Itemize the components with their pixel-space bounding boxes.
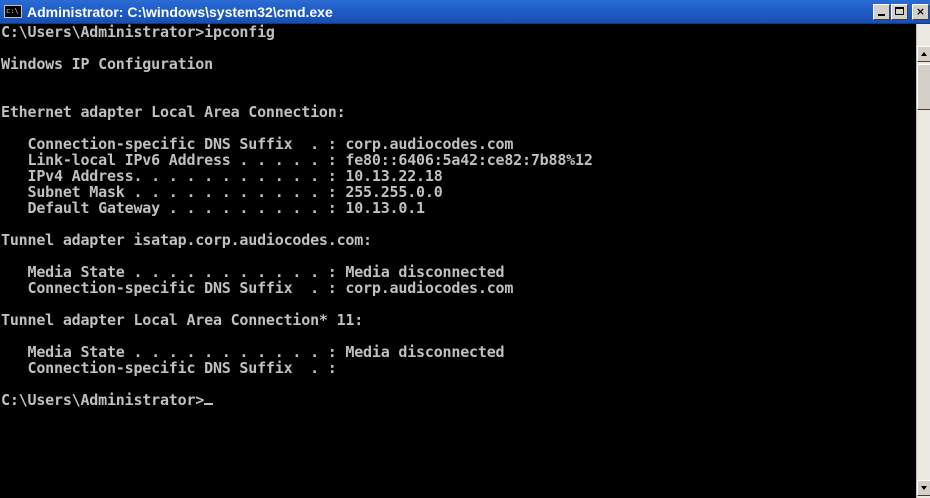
window-title: Administrator: C:\windows\system32\cmd.e… [27,4,333,20]
maximize-button[interactable] [891,4,908,20]
arrow-up-icon [921,52,927,56]
console-line: Link-local IPv6 Address . . . . . : fe80… [1,151,593,169]
arrow-down-icon [921,486,927,490]
console-line: IPv4 Address. . . . . . . . . . . : 10.1… [1,167,443,185]
console-line: Connection-specific DNS Suffix . : [1,359,337,377]
console-line: Subnet Mask . . . . . . . . . . . : 255.… [1,183,443,201]
vertical-scrollbar[interactable] [916,24,930,498]
console-line: Ethernet adapter Local Area Connection: [1,103,346,121]
console-line: Connection-specific DNS Suffix . : corp.… [1,279,514,297]
cmd-window: c:\ Administrator: C:\windows\system32\c… [0,0,930,498]
scrollbar-thumb[interactable] [917,64,930,110]
console-prompt: C:\Users\Administrator> [1,391,205,409]
minimize-icon [878,14,885,16]
console-line: Media State . . . . . . . . . . . : Medi… [1,343,505,361]
close-icon: × [915,5,926,18]
console-line: Windows IP Configuration [1,55,213,73]
console-prompt-line[interactable]: C:\Users\Administrator> [1,391,214,409]
console-line: Media State . . . . . . . . . . . : Medi… [1,263,505,281]
console-line: Tunnel adapter Local Area Connection* 11… [1,311,364,329]
console-line: C:\Users\Administrator>ipconfig [1,24,275,41]
close-button[interactable]: × [912,4,929,20]
title-bar[interactable]: c:\ Administrator: C:\windows\system32\c… [0,0,930,24]
console-output[interactable]: C:\Users\Administrator>ipconfig Windows … [0,24,916,498]
scroll-up-button[interactable] [917,46,930,62]
minimize-button[interactable] [873,4,890,20]
scroll-down-button[interactable] [917,480,930,496]
maximize-icon [895,7,904,15]
console-line: Tunnel adapter isatap.corp.audiocodes.co… [1,231,372,249]
console-line: Connection-specific DNS Suffix . : corp.… [1,135,514,153]
console-line: Default Gateway . . . . . . . . . : 10.1… [1,199,425,217]
cmd-app-icon[interactable]: c:\ [4,5,22,18]
text-cursor [204,403,214,405]
